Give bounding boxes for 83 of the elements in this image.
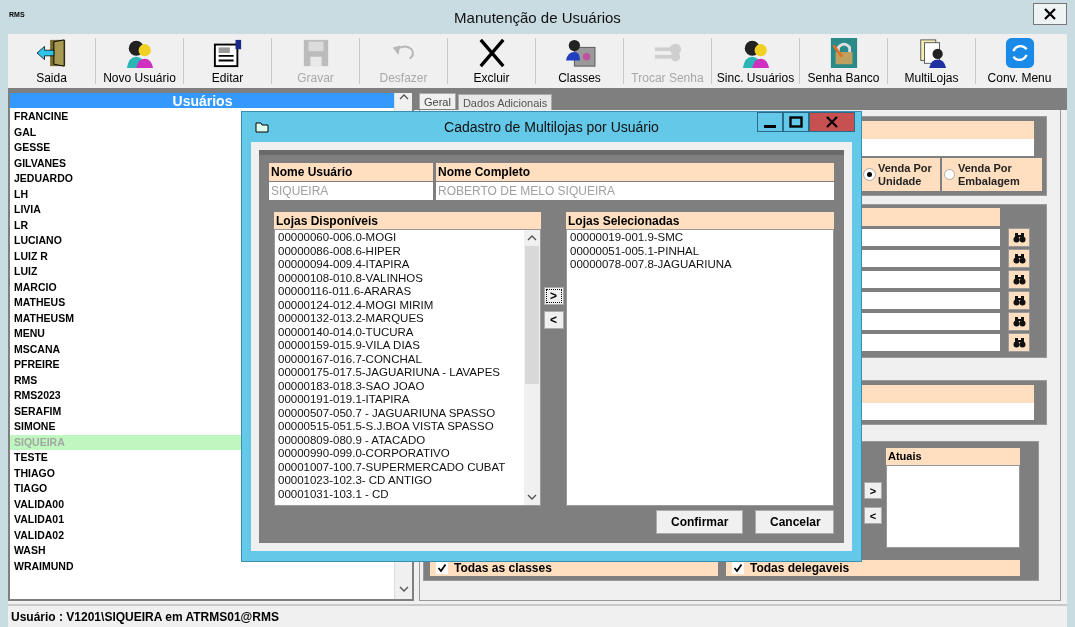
radio-option[interactable]: Venda Por Embalagem	[942, 158, 1042, 191]
scroll-down-icon[interactable]	[398, 585, 409, 593]
checkbox-label: Todas as classes	[454, 561, 552, 575]
toolbar-button[interactable]: Editar	[184, 34, 271, 88]
maximize-button[interactable]	[783, 112, 809, 132]
tab[interactable]: Dados Adicionais	[457, 94, 553, 110]
store-item[interactable]: 00000990-099.0-CORPORATIVO	[278, 447, 524, 461]
scroll-up-icon[interactable]	[398, 93, 409, 101]
store-item[interactable]: 00000060-006.0-MOGI	[278, 231, 524, 245]
toolbar-button[interactable]: Saida	[8, 34, 95, 88]
radio-button[interactable]	[944, 169, 955, 180]
window-title: Manutenção de Usuários	[454, 8, 621, 26]
list-box[interactable]	[886, 465, 1020, 548]
field-label: Nome Completo	[436, 163, 834, 181]
toolbar-button[interactable]: Excluir	[448, 34, 535, 88]
radio-option[interactable]: Venda Por Unidade	[862, 158, 940, 191]
scroll-thumb[interactable]	[525, 246, 539, 384]
binoculars-icon	[1012, 295, 1026, 306]
search-button[interactable]	[1008, 312, 1030, 331]
toolbar-button[interactable]: MultiLojas	[888, 34, 975, 88]
list-header: Atuais	[886, 448, 1020, 465]
minimize-button[interactable]	[757, 112, 783, 132]
store-item[interactable]: 00001023-102.3- CD ANTIGO	[278, 474, 524, 488]
search-button[interactable]	[1008, 228, 1030, 247]
dialog-button[interactable]: Confirmar	[656, 510, 743, 534]
store-item[interactable]: 00001031-103.1 - CD	[278, 487, 524, 501]
binoculars-icon	[1012, 253, 1026, 264]
scroll-down-icon[interactable]	[527, 493, 537, 501]
store-item[interactable]: 00000167-016.7-CONCHAL	[278, 352, 524, 366]
search-button[interactable]	[1008, 270, 1030, 289]
search-button[interactable]	[1008, 249, 1030, 268]
status-text: Usuário : V1201\SIQUEIRA em ATRMS01@RMS	[10, 609, 279, 624]
search-button[interactable]	[1008, 291, 1030, 310]
minimize-icon	[764, 124, 776, 128]
store-item[interactable]: 00000051-005.1-PINHAL	[570, 244, 833, 258]
store-item[interactable]: 00000191-019.1-ITAPIRA	[278, 393, 524, 407]
store-item[interactable]: 00000132-013.2-MARQUES	[278, 312, 524, 326]
binoculars-icon	[1012, 274, 1026, 285]
tab[interactable]: Geral	[419, 93, 456, 109]
scroll-up-icon[interactable]	[527, 234, 537, 242]
dialog-title: Cadastro de Multilojas por Usuário	[444, 119, 659, 135]
store-item[interactable]: 00000108-010.8-VALINHOS	[278, 271, 524, 285]
store-item[interactable]: 00000086-008.6-HIPER	[278, 244, 524, 258]
store-item[interactable]: 00000124-012.4-MOGI MIRIM	[278, 298, 524, 312]
checkbox[interactable]	[436, 562, 448, 574]
search-button[interactable]	[1008, 333, 1030, 352]
binoculars-icon	[1012, 337, 1026, 348]
close-icon	[826, 116, 838, 128]
move-button[interactable]: >	[543, 287, 564, 305]
store-item[interactable]: 00001007-100.7-SUPERMERCADO CUBAT	[278, 460, 524, 474]
binoculars-icon	[1012, 232, 1026, 243]
toolbar-button[interactable]: Sinc. Usuários	[712, 34, 799, 88]
store-item[interactable]: 00000094-009.4-ITAPIRA	[278, 258, 524, 272]
close-button[interactable]	[1033, 3, 1067, 25]
list-header: Lojas Disponíveis	[274, 212, 541, 229]
dialog-button[interactable]: Cancelar	[755, 510, 834, 534]
store-item[interactable]: 00000183-018.3-SAO JOAO	[278, 379, 524, 393]
scrollbar[interactable]	[524, 230, 540, 505]
field-label: Nome Usuário	[269, 163, 433, 181]
maximize-icon	[789, 116, 803, 128]
move-button[interactable]: <	[543, 311, 564, 329]
close-icon	[1044, 8, 1056, 20]
toolbar-button[interactable]: Classes	[536, 34, 623, 88]
binoculars-icon	[1012, 316, 1026, 327]
move-button[interactable]: <	[864, 507, 882, 524]
store-item[interactable]: 00000019-001.9-SMC	[570, 231, 833, 245]
store-item[interactable]: 00000507-050.7 - JAGUARIUNA SPASSO	[278, 406, 524, 420]
move-button[interactable]: >	[864, 482, 882, 499]
store-item[interactable]: 00000140-014.0-TUCURA	[278, 325, 524, 339]
store-item[interactable]: 00000515-051.5-S.J.BOA VISTA SPASSO	[278, 420, 524, 434]
checkbox-label: Todas delegaveis	[750, 561, 850, 575]
store-item[interactable]: 00000116-011.6-ARARAS	[278, 285, 524, 299]
toolbar-button[interactable]: Novo Usuário	[96, 34, 183, 88]
toolbar-button[interactable]: Conv. Menu	[976, 34, 1063, 88]
toolbar-button[interactable]: Senha Banco	[800, 34, 887, 88]
store-item[interactable]: 00000175-017.5-JAGUARIUNA - LAVAPES	[278, 366, 524, 380]
checkbox[interactable]	[732, 562, 744, 574]
store-item[interactable]: 00000159-015.9-VILA DIAS	[278, 339, 524, 353]
list-header: Lojas Selecionadas	[566, 212, 834, 229]
folder-icon	[255, 121, 269, 133]
panel-header: Usuários	[10, 93, 395, 108]
store-item[interactable]: 00000078-007.8-JAGUARIUNA	[570, 258, 833, 272]
user-item[interactable]: WRAIMUND	[10, 558, 394, 574]
